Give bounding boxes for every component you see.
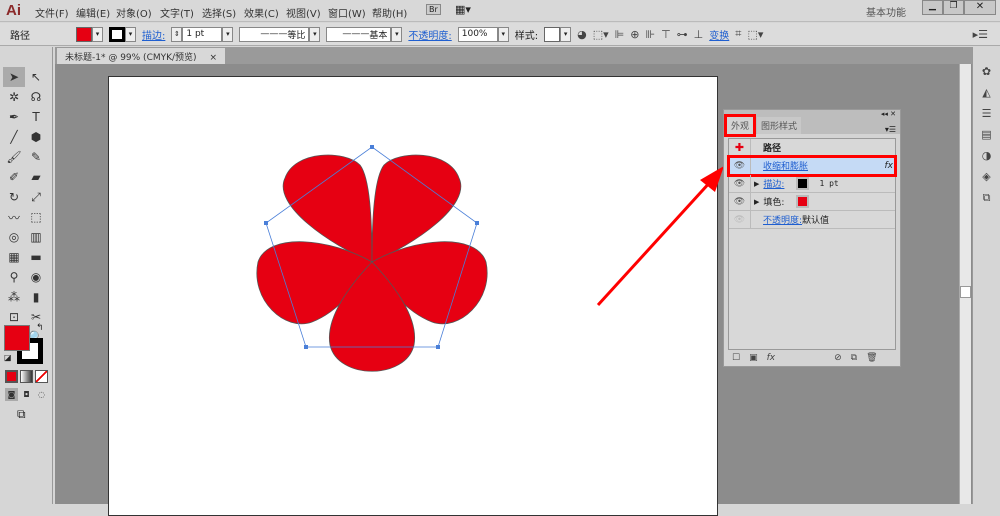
opacity-value: 默认值 — [802, 216, 830, 226]
layers-panel-icon[interactable]: ◈ — [982, 170, 990, 183]
vertical-scrollbar[interactable] — [959, 64, 971, 504]
artboards-panel-icon[interactable]: ⧉ — [983, 191, 991, 205]
visibility-eye-icon[interactable]: 👁 — [729, 175, 751, 192]
fill-label: 填色: — [763, 198, 785, 208]
duplicate-item-icon[interactable]: ⧉ — [851, 353, 857, 363]
effect-row-pucker-bloat[interactable]: 👁 收缩和膨胀 fx — [727, 155, 897, 177]
stroke-link[interactable]: 描边: — [763, 177, 784, 190]
annotation-arrow — [596, 166, 724, 307]
tab-appearance[interactable]: 外观 — [723, 114, 757, 137]
gradient-panel-icon[interactable]: ▤ — [981, 128, 991, 141]
panel-menu-icon[interactable]: ▾☰ — [885, 125, 896, 134]
scrollbar-thumb[interactable] — [960, 286, 971, 298]
color-guide-icon[interactable]: ◭ — [982, 86, 990, 99]
expand-triangle-icon[interactable]: ▶ — [754, 198, 759, 206]
flower-shape[interactable] — [256, 154, 488, 372]
path-thumbnail-icon: ✚ — [729, 139, 751, 156]
right-panel-dock: ✿ ◭ ☰ ▤ ◑ ◈ ⧉ — [959, 47, 1000, 504]
appearance-header-row: ✚ 路径 — [729, 139, 895, 157]
opacity-link[interactable]: 不透明度: — [763, 213, 802, 226]
fill-swatch[interactable] — [796, 195, 810, 208]
stroke-row[interactable]: 👁 ▶ 描边: 1 pt — [729, 175, 895, 193]
stroke-weight-value: 1 pt — [819, 179, 839, 188]
clear-appearance-icon[interactable]: ⊘ — [834, 353, 842, 363]
appearance-panel: ◂◂ ✕ 外观 图形样式 ▾☰ ✚ 路径 👁 收缩和膨胀 fx 👁 ▶ 描边: … — [723, 109, 901, 367]
opacity-row[interactable]: 👁 不透明度: 默认值 — [729, 211, 895, 229]
stroke-panel-icon[interactable]: ☰ — [982, 107, 992, 120]
add-fill-icon[interactable]: ▣ — [749, 353, 758, 363]
stroke-swatch[interactable] — [796, 177, 810, 190]
delete-item-icon[interactable]: 🗑 — [866, 353, 877, 363]
fx-icon[interactable]: fx — [885, 161, 894, 171]
fill-color-box[interactable] — [4, 325, 30, 351]
visibility-eye-icon[interactable]: 👁 — [729, 157, 751, 174]
add-effect-icon[interactable]: fx — [767, 353, 776, 363]
effect-link[interactable]: 收缩和膨胀 — [763, 159, 808, 172]
appearance-object-label: 路径 — [763, 144, 782, 154]
add-stroke-icon[interactable]: ☐ — [732, 353, 740, 363]
expand-triangle-icon[interactable]: ▶ — [754, 180, 759, 188]
fill-row[interactable]: 👁 ▶ 填色: — [729, 193, 895, 211]
visibility-eye-icon[interactable]: 👁 — [729, 211, 751, 228]
tab-graphic-styles[interactable]: 图形样式 — [757, 117, 802, 134]
color-panel-icon[interactable]: ✿ — [982, 65, 991, 78]
transparency-panel-icon[interactable]: ◑ — [982, 149, 992, 162]
visibility-eye-icon[interactable]: 👁 — [729, 193, 751, 210]
